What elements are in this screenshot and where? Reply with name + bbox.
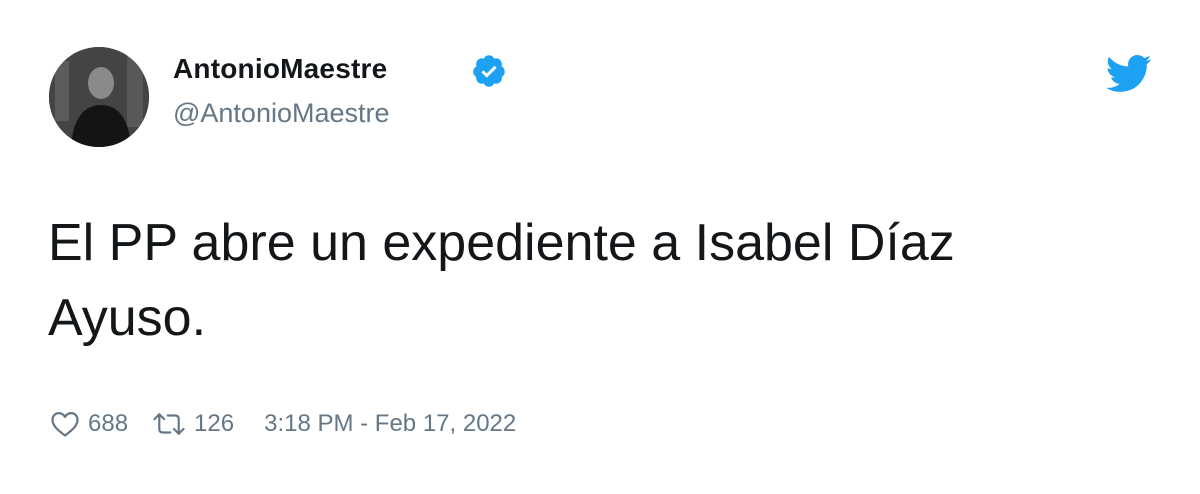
tweet-footer: 688 126 3:18 PM - Feb 17, 2022 <box>50 404 516 444</box>
tweet-text: El PP abre un expediente a Isabel Díaz A… <box>48 214 955 347</box>
twitter-bird-icon[interactable] <box>1106 54 1152 94</box>
verified-badge-icon <box>473 55 505 87</box>
retweet-icon[interactable] <box>152 410 186 438</box>
tweet-timestamp[interactable]: 3:18 PM - Feb 17, 2022 <box>264 410 516 438</box>
retweet-count: 126 <box>194 410 235 437</box>
tweet-card: AntonioMaestre @AntonioMaestre El PP abr… <box>0 0 1200 494</box>
author-display-name[interactable]: AntonioMaestre <box>173 51 387 87</box>
author-handle[interactable]: @AntonioMaestre <box>173 96 390 130</box>
avatar-photo <box>49 47 149 147</box>
heart-icon[interactable] <box>50 410 80 438</box>
avatar[interactable] <box>49 47 149 147</box>
like-count: 688 <box>88 410 129 437</box>
